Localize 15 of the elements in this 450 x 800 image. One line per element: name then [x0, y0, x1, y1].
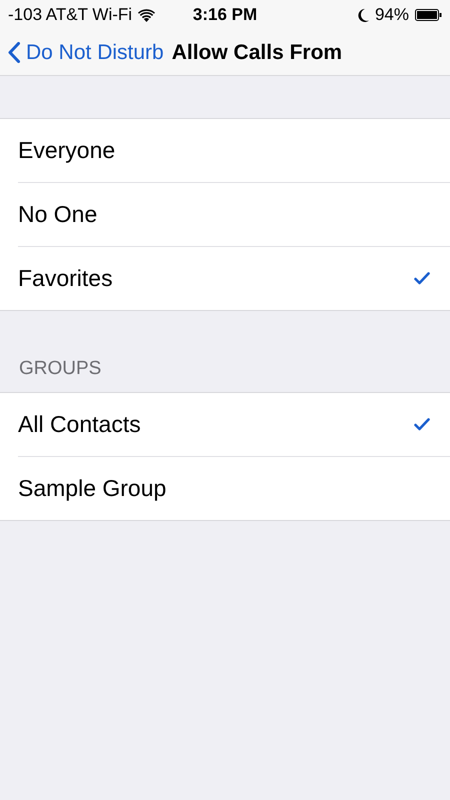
back-chevron-icon	[8, 42, 20, 63]
option-row[interactable]: All Contacts	[18, 393, 450, 457]
moon-icon	[358, 8, 369, 22]
option-row[interactable]: Everyone	[18, 119, 450, 183]
option-row[interactable]: Favorites	[18, 247, 450, 310]
section-header: GROUPS	[19, 358, 102, 380]
clock-time: 3:16 PM	[192, 5, 258, 25]
back-button[interactable]: Do Not Disturb	[8, 40, 164, 64]
page-title: Allow Calls From	[172, 40, 342, 64]
carrier-text: -103 AT&T Wi-Fi	[8, 5, 132, 25]
wifi-icon	[138, 8, 156, 22]
option-row[interactable]: No One	[18, 183, 450, 247]
battery-percent: 94%	[374, 5, 409, 25]
option-row[interactable]: Sample Group	[18, 457, 450, 520]
battery-icon	[415, 9, 442, 21]
